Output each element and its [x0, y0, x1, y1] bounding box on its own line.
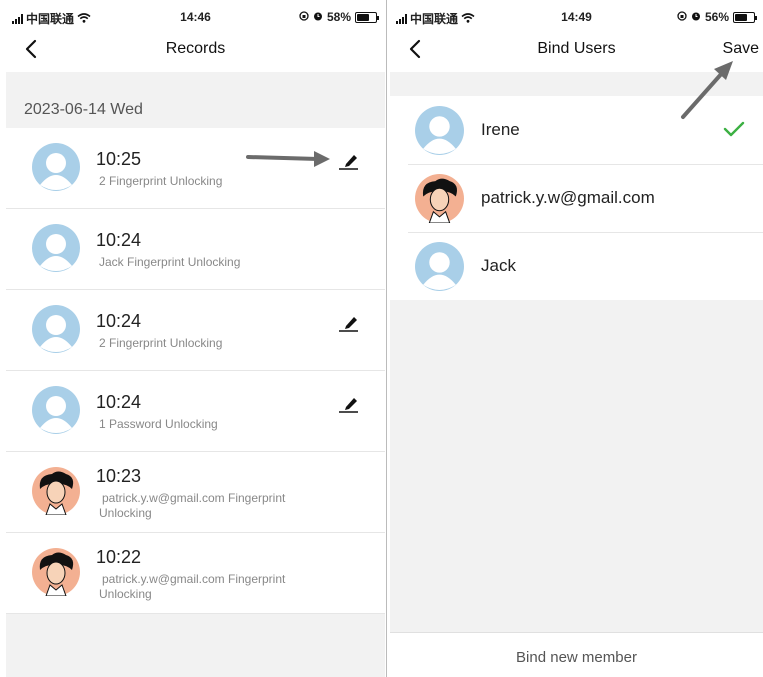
lock-rotation-icon [299, 10, 309, 24]
record-description: 2 Fingerprint Unlocking [99, 336, 223, 350]
default-avatar-icon [32, 143, 80, 191]
record-description: patrick.y.w@gmail.com Fingerprint Unlock… [99, 572, 286, 601]
status-bar: 中国联通 14:49 56% [390, 0, 763, 34]
cartoon-avatar-icon [415, 174, 464, 223]
record-time: 10:22 [96, 547, 142, 567]
record-item[interactable]: 10:25 2 Fingerprint Unlocking [6, 128, 385, 209]
record-time: 10:25 [96, 149, 142, 169]
record-time: 10:24 [96, 230, 142, 250]
user-item[interactable]: Jack [390, 232, 763, 300]
battery-percent: 56% [704, 10, 729, 24]
record-item[interactable]: 10:23 patrick.y.w@gmail.com Fingerprint … [6, 452, 385, 533]
records-screen: 中国联通 14:46 58% Records 2023-06-14 Wed 10… [6, 0, 385, 677]
record-description: 2 Fingerprint Unlocking [99, 174, 223, 188]
status-right-group: 58% [299, 10, 379, 24]
nav-bar: Bind Users Save [390, 34, 763, 72]
default-avatar-icon [32, 305, 80, 353]
battery-percent: 58% [326, 10, 351, 24]
record-time: 10:23 [96, 466, 142, 486]
record-description: patrick.y.w@gmail.com Fingerprint Unlock… [99, 491, 286, 520]
bind-new-member-label: Bind new member [516, 649, 637, 666]
default-avatar-icon [32, 224, 80, 272]
record-time: 10:24 [96, 311, 142, 331]
user-name: Irene [481, 120, 520, 139]
nav-bar: Records [6, 34, 385, 72]
status-right-group: 56% [677, 10, 757, 24]
cartoon-avatar-icon [32, 548, 80, 596]
default-avatar-icon [415, 242, 464, 291]
battery-icon [355, 11, 379, 23]
bind-users-screen: 中国联通 14:49 56% Bind Users Save Irene pat… [390, 0, 763, 677]
record-item[interactable]: 10:24 2 Fingerprint Unlocking [6, 290, 385, 371]
pencil-icon [339, 398, 358, 413]
pencil-icon [339, 317, 358, 332]
checkmark-icon [723, 121, 745, 137]
edit-button[interactable] [337, 150, 361, 172]
cartoon-avatar-icon [32, 467, 80, 515]
edit-button[interactable] [337, 393, 361, 415]
battery-icon [733, 11, 757, 23]
alarm-icon [691, 10, 701, 24]
pencil-icon [339, 155, 358, 170]
edit-button[interactable] [337, 312, 361, 334]
record-item[interactable]: 10:22 patrick.y.w@gmail.com Fingerprint … [6, 533, 385, 614]
lock-rotation-icon [677, 10, 687, 24]
date-header: 2023-06-14 Wed [24, 101, 143, 118]
default-avatar-icon [32, 386, 80, 434]
bind-new-member-button[interactable]: Bind new member [390, 632, 763, 677]
record-item[interactable]: 10:24 1 Password Unlocking [6, 371, 385, 452]
user-name: patrick.y.w@gmail.com [481, 188, 655, 207]
record-description: Jack Fingerprint Unlocking [99, 255, 241, 269]
records-list: 10:25 2 Fingerprint Unlocking 10:24 Jack… [6, 128, 385, 614]
status-bar: 中国联通 14:46 58% [6, 0, 385, 34]
default-avatar-icon [415, 106, 464, 155]
user-item[interactable]: Irene [390, 96, 763, 164]
user-name: Jack [481, 256, 516, 275]
save-button[interactable]: Save [723, 40, 759, 58]
page-title: Bind Users [537, 40, 616, 57]
record-item[interactable]: 10:24 Jack Fingerprint Unlocking [6, 209, 385, 290]
page-title: Records [165, 40, 226, 57]
record-time: 10:24 [96, 392, 142, 412]
record-description: 1 Password Unlocking [99, 417, 218, 431]
alarm-icon [313, 10, 323, 24]
users-list: Irene patrick.y.w@gmail.com Jack [390, 96, 763, 300]
user-item[interactable]: patrick.y.w@gmail.com [390, 164, 763, 232]
